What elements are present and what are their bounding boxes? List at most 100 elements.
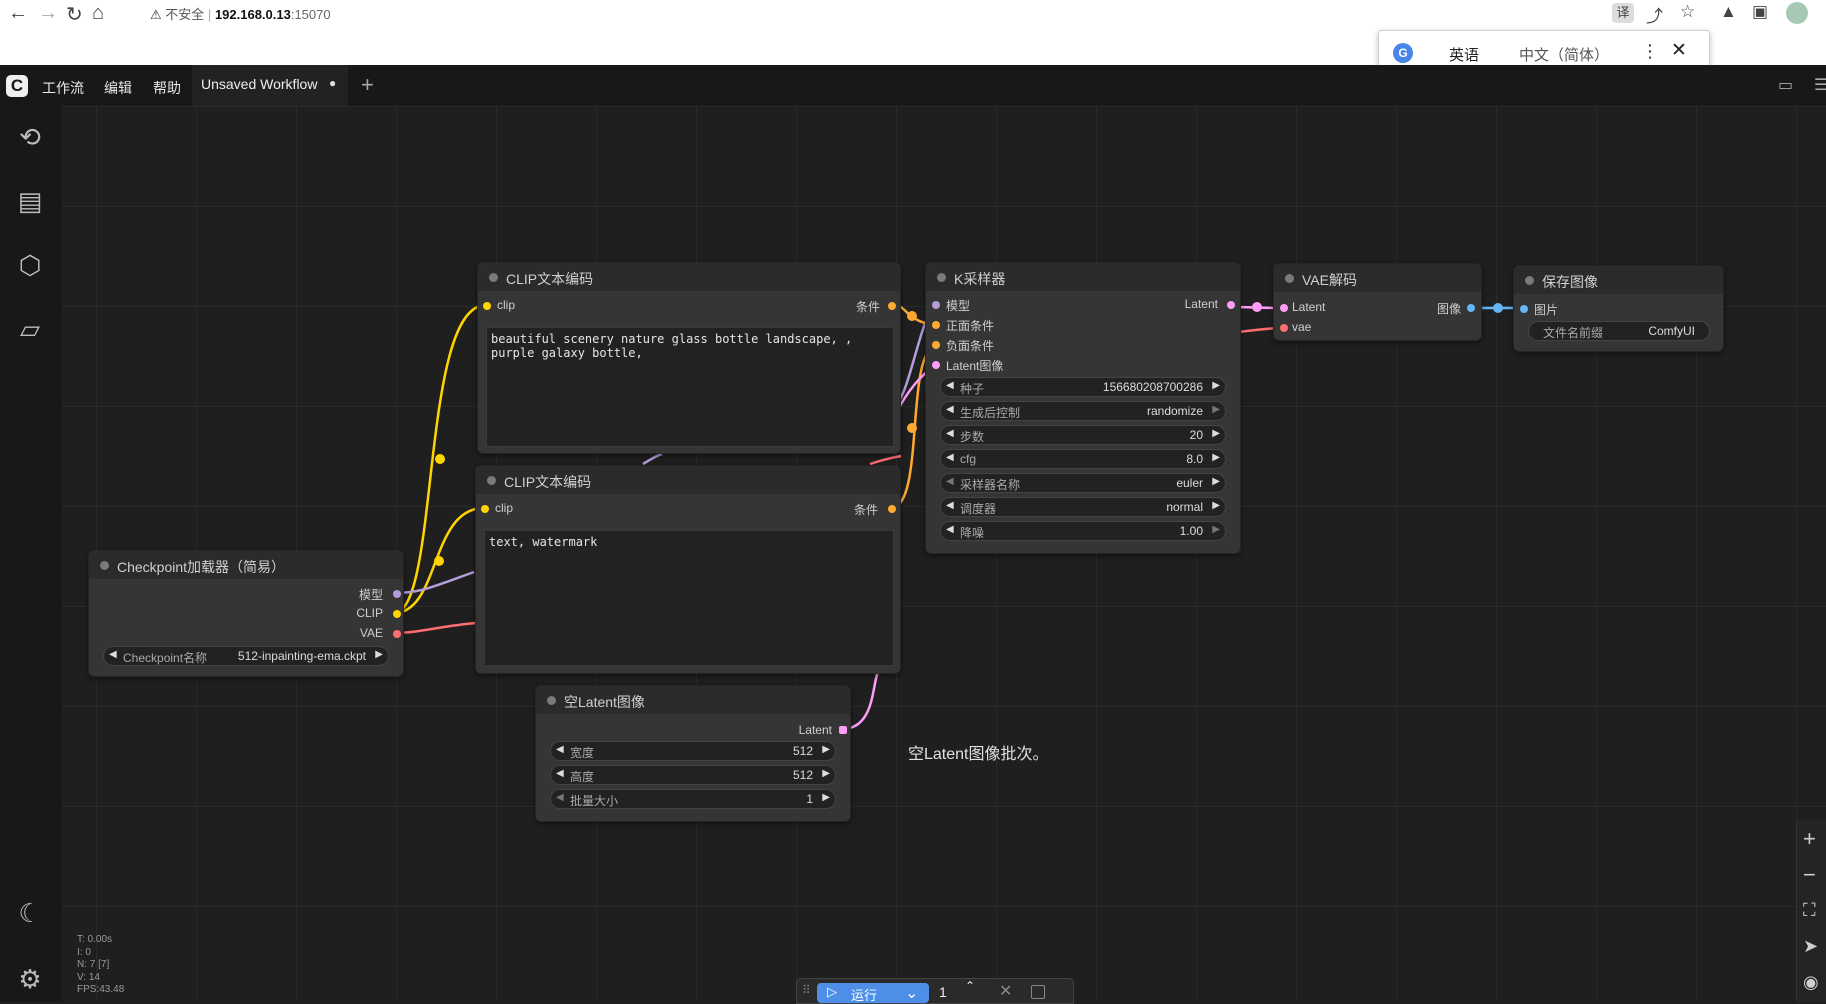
input-model-pin[interactable] [932, 301, 940, 309]
link-model-partial [393, 570, 475, 595]
seed-widget[interactable]: ◀ 种子 156680208700286 ▶ [940, 377, 1226, 397]
toggle-links-eye-icon[interactable]: ◉ [1803, 972, 1819, 993]
output-model-label: 模型 [358, 588, 383, 602]
drag-handle-icon[interactable]: ⠿ [802, 983, 811, 997]
prompt-textarea[interactable]: beautiful scenery nature glass bottle la… [486, 327, 894, 447]
collapse-dot-icon[interactable] [1525, 276, 1534, 285]
checkpoint-loader-node[interactable]: Checkpoint加载器（简易） 模型 CLIP VAE ◀ Checkpoi… [88, 550, 404, 677]
widget-label: 生成后控制 [960, 406, 1021, 420]
link-midpoint [1493, 303, 1503, 313]
sampler-name-widget[interactable]: ◀ 采样器名称 euler ▶ [940, 473, 1226, 493]
node-header[interactable]: Checkpoint加载器（简易） [89, 551, 403, 579]
batch-size-widget[interactable]: ◀ 批量大小 1 ▶ [550, 789, 836, 809]
output-latent-pin[interactable] [1227, 301, 1235, 309]
zoom-in-icon[interactable]: + [1803, 826, 1816, 852]
checkpoint-name-combo[interactable]: ◀ Checkpoint名称 512-inpainting-ema.ckpt ▶ [103, 646, 389, 666]
increment-arrow-icon[interactable]: ▶ [822, 744, 830, 755]
decrement-arrow-icon[interactable]: ◀ [556, 744, 564, 755]
node-header[interactable]: VAE解码 [1274, 264, 1481, 292]
increment-arrow-icon[interactable]: ▶ [375, 649, 383, 660]
control-after-generate-widget[interactable]: ◀ 生成后控制 randomize ▶ [940, 401, 1226, 421]
widget-value: 8.0 [1186, 452, 1203, 466]
save-image-node[interactable]: 保存图像 图片 文件名前缀 ComfyUI [1513, 265, 1724, 352]
widget-label: 宽度 [570, 746, 595, 760]
width-widget[interactable]: ◀ 宽度 512 ▶ [550, 741, 836, 761]
filename-prefix-widget[interactable]: 文件名前缀 ComfyUI [1528, 321, 1710, 341]
batch-count-up-icon[interactable]: ⌃ [965, 979, 975, 993]
increment-arrow-icon[interactable]: ▶ [1212, 500, 1220, 511]
collapse-dot-icon[interactable] [547, 696, 556, 705]
input-negative-pin[interactable] [932, 341, 940, 349]
fit-view-icon[interactable]: ⛶ [1803, 900, 1816, 921]
increment-arrow-icon[interactable]: ▶ [1212, 524, 1220, 535]
node-header[interactable]: CLIP文本编码 [478, 263, 900, 291]
collapse-dot-icon[interactable] [489, 273, 498, 282]
stop-icon[interactable] [1031, 985, 1045, 999]
input-latent-pin[interactable] [932, 361, 940, 369]
batch-count-input[interactable]: 1 [939, 984, 947, 1000]
empty-latent-image-node[interactable]: 空Latent图像 Latent ◀ 宽度 512 ▶ ◀ 高度 512 ▶ ◀… [535, 685, 851, 822]
node-title: VAE解码 [1302, 272, 1357, 288]
input-clip-pin[interactable] [483, 302, 491, 310]
increment-arrow-icon[interactable]: ▶ [1212, 476, 1220, 487]
increment-arrow-icon[interactable]: ▶ [1212, 428, 1220, 439]
increment-arrow-icon[interactable]: ▶ [822, 792, 830, 803]
output-model-pin[interactable] [393, 590, 401, 598]
output-latent-pin[interactable] [839, 726, 847, 734]
decrement-arrow-icon[interactable]: ◀ [946, 524, 954, 535]
link-midpoint [907, 311, 917, 321]
input-clip-pin[interactable] [481, 505, 489, 513]
decrement-arrow-icon[interactable]: ◀ [109, 649, 117, 660]
increment-arrow-icon[interactable]: ▶ [822, 768, 830, 779]
decrement-arrow-icon[interactable]: ◀ [946, 452, 954, 463]
output-vae-pin[interactable] [393, 630, 401, 638]
increment-arrow-icon[interactable]: ▶ [1212, 404, 1220, 415]
decrement-arrow-icon[interactable]: ◀ [556, 768, 564, 779]
collapse-dot-icon[interactable] [1285, 274, 1294, 283]
steps-widget[interactable]: ◀ 步数 20 ▶ [940, 425, 1226, 445]
node-header[interactable]: 空Latent图像 [536, 686, 850, 714]
decrement-arrow-icon[interactable]: ◀ [946, 476, 954, 487]
select-mode-icon[interactable]: ➤ [1803, 936, 1818, 957]
widget-label: 种子 [960, 382, 985, 396]
cancel-icon[interactable]: ✕ [999, 981, 1012, 1001]
run-button[interactable]: ▷ 运行 ⌄ [817, 983, 929, 1003]
zoom-out-icon[interactable]: − [1803, 862, 1816, 888]
collapse-dot-icon[interactable] [937, 273, 946, 282]
collapse-dot-icon[interactable] [100, 561, 109, 570]
height-widget[interactable]: ◀ 高度 512 ▶ [550, 765, 836, 785]
input-image-pin[interactable] [1520, 305, 1528, 313]
input-latent-pin[interactable] [1280, 304, 1288, 312]
clip-text-encode-positive-node[interactable]: CLIP文本编码 clip 条件 beautiful scenery natur… [477, 262, 901, 454]
output-conditioning-pin[interactable] [888, 302, 896, 310]
input-positive-pin[interactable] [932, 321, 940, 329]
output-clip-pin[interactable] [393, 610, 401, 618]
decrement-arrow-icon[interactable]: ◀ [946, 428, 954, 439]
output-image-pin[interactable] [1467, 304, 1475, 312]
denoise-widget[interactable]: ◀ 降噪 1.00 ▶ [940, 521, 1226, 541]
output-conditioning-pin[interactable] [888, 505, 896, 513]
node-header[interactable]: 保存图像 [1514, 266, 1723, 294]
vae-decode-node[interactable]: VAE解码 Latent vae 图像 [1273, 263, 1482, 341]
output-latent-label: Latent [1184, 297, 1218, 311]
input-vae-pin[interactable] [1280, 324, 1288, 332]
increment-arrow-icon[interactable]: ▶ [1212, 380, 1220, 391]
widget-label: 步数 [960, 430, 985, 444]
collapse-dot-icon[interactable] [487, 476, 496, 485]
increment-arrow-icon[interactable]: ▶ [1212, 452, 1220, 463]
ksampler-node[interactable]: K采样器 模型 正面条件 负面条件 Latent图像 Latent ◀ 种子 1… [925, 262, 1241, 554]
scheduler-widget[interactable]: ◀ 调度器 normal ▶ [940, 497, 1226, 517]
clip-text-encode-negative-node[interactable]: CLIP文本编码 clip 条件 text, watermark [475, 465, 901, 674]
cfg-widget[interactable]: ◀ cfg 8.0 ▶ [940, 449, 1226, 469]
widget-value: 1.00 [1179, 524, 1203, 538]
decrement-arrow-icon[interactable]: ◀ [946, 404, 954, 415]
prompt-textarea[interactable]: text, watermark [484, 530, 894, 666]
decrement-arrow-icon[interactable]: ◀ [946, 380, 954, 391]
node-header[interactable]: CLIP文本编码 [476, 466, 900, 494]
render-stats: T: 0.00s I: 0 N: 7 [7] V: 14 FPS:43.48 [77, 934, 124, 997]
decrement-arrow-icon[interactable]: ◀ [946, 500, 954, 511]
node-header[interactable]: K采样器 [926, 263, 1240, 291]
run-options-chevron-icon[interactable]: ⌄ [905, 983, 918, 1003]
link-vae-partial [869, 454, 902, 466]
decrement-arrow-icon[interactable]: ◀ [556, 792, 564, 803]
